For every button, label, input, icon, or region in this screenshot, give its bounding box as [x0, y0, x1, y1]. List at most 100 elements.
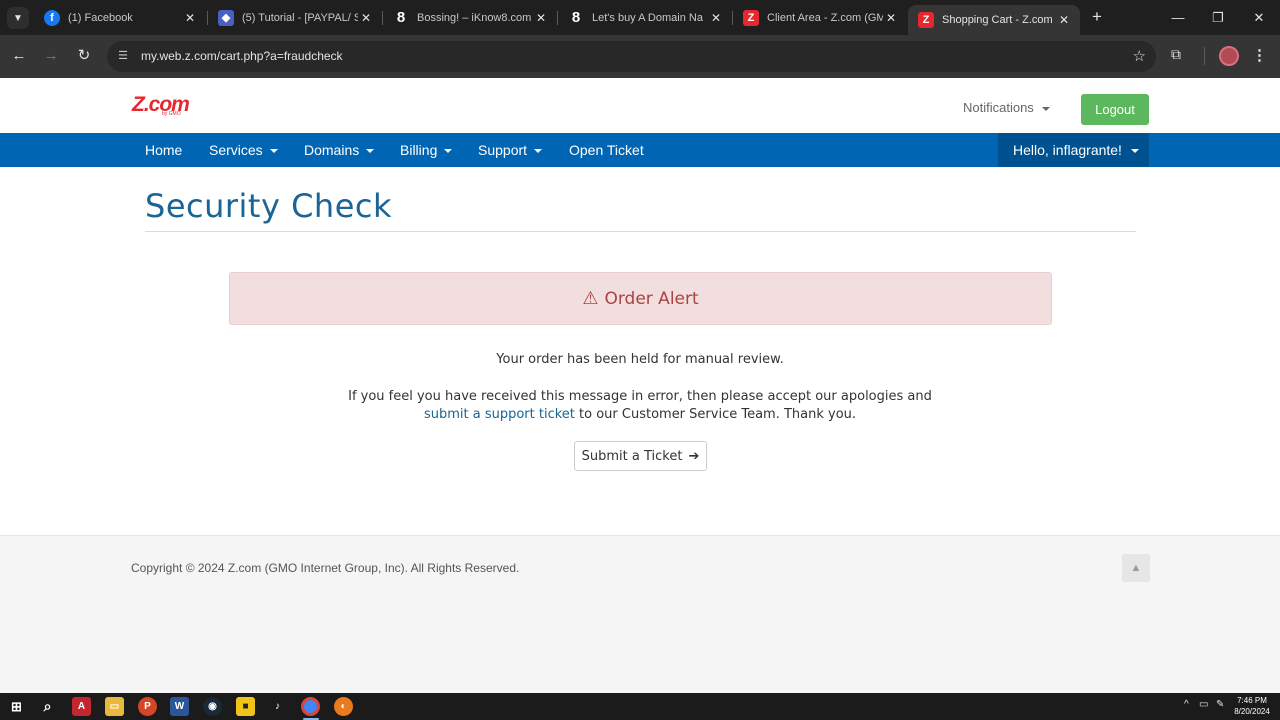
- nav-label: Support: [478, 142, 528, 158]
- browser-toolbar: ← → ↻ ☰ my.web.z.com/cart.php?a=fraudche…: [0, 35, 1280, 78]
- nav-label: Open Ticket: [569, 142, 644, 158]
- chevron-down-icon: [1042, 106, 1051, 111]
- close-icon[interactable]: ✕: [708, 11, 724, 25]
- site-footer: Copyright © 2024 Z.com (GMO Internet Gro…: [0, 535, 1280, 693]
- nav-domains[interactable]: Domains: [304, 133, 375, 167]
- user-menu[interactable]: Hello, inflagrante!: [998, 133, 1149, 167]
- tab-title: (1) Facebook: [68, 11, 133, 24]
- logout-button[interactable]: Logout: [1081, 94, 1149, 125]
- chevron-down-icon: [269, 149, 278, 154]
- button-label: Submit a Ticket: [581, 448, 683, 464]
- powerpoint-icon[interactable]: P: [138, 697, 157, 716]
- eight-icon: 8: [571, 9, 581, 26]
- nav-home[interactable]: Home: [145, 133, 182, 167]
- notifications-label: Notifications: [963, 100, 1034, 115]
- apology-message: If you feel you have received this messa…: [0, 388, 1280, 424]
- shield-icon: ◆: [218, 9, 234, 26]
- nav-label: Domains: [304, 142, 360, 158]
- nav-services[interactable]: Services: [209, 133, 278, 167]
- chrome-icon[interactable]: [301, 697, 320, 716]
- zcom-icon: Z: [918, 12, 934, 28]
- close-icon[interactable]: ✕: [182, 11, 198, 25]
- apology-text: If you feel you have received this messa…: [348, 389, 932, 404]
- order-alert: ⚠ Order Alert: [229, 272, 1052, 325]
- page-title: Security Check: [145, 187, 393, 225]
- tab-title: Let's buy A Domain Na: [592, 11, 703, 24]
- restore-icon[interactable]: ❐: [1198, 0, 1238, 35]
- user-greeting: Hello, inflagrante!: [1013, 142, 1122, 158]
- browser-tab[interactable]: 8 Bossing! – iKnow8.com ✕: [383, 0, 557, 35]
- reload-icon[interactable]: ↻: [73, 45, 95, 67]
- browser-tab[interactable]: 8 Let's buy A Domain Na ✕: [558, 0, 732, 35]
- windows-start-icon[interactable]: ⊞: [7, 697, 26, 716]
- close-icon[interactable]: ✕: [358, 11, 374, 25]
- app-icon[interactable]: ■: [236, 697, 255, 716]
- profile-avatar[interactable]: [1219, 46, 1239, 66]
- tab-search-icon[interactable]: ▼: [7, 7, 29, 29]
- tab-title: Client Area - Z.com (GM: [767, 11, 883, 24]
- windows-taskbar: ⊞ ⌕ A ▭ P W ◉ ■ ♪ ◐ ^ ▭ ✎ 7:46 PM 8/20/2…: [0, 693, 1280, 720]
- browser-tab[interactable]: ◆ (5) Tutorial - [PAYPAL/ S ✕: [208, 0, 382, 35]
- close-icon[interactable]: ✕: [883, 11, 899, 25]
- minimize-icon[interactable]: —: [1158, 0, 1198, 35]
- notifications-dropdown[interactable]: Notifications: [963, 100, 1051, 115]
- nav-label: Home: [145, 142, 183, 158]
- file-explorer-icon[interactable]: ▭: [105, 697, 124, 716]
- alert-title: Order Alert: [604, 288, 699, 309]
- address-bar[interactable]: ☰ my.web.z.com/cart.php?a=fraudcheck ☆: [107, 41, 1156, 72]
- system-clock[interactable]: 7:46 PM 8/20/2024: [1230, 695, 1274, 717]
- extensions-icon[interactable]: ⧉: [1171, 46, 1181, 63]
- clock-time: 7:46 PM: [1237, 696, 1267, 705]
- submit-ticket-button[interactable]: Submit a Ticket ➔: [574, 441, 707, 471]
- toolbar-divider: [1204, 47, 1205, 65]
- nav-label: Billing: [400, 142, 438, 158]
- nav-open-ticket[interactable]: Open Ticket: [569, 133, 644, 167]
- chevron-down-icon: [366, 149, 375, 154]
- back-to-top-button[interactable]: ▲: [1122, 554, 1150, 582]
- zcom-logo[interactable]: Z.com by GMO: [132, 94, 190, 117]
- browser-tab[interactable]: Z Client Area - Z.com (GM ✕: [733, 0, 907, 35]
- pen-icon[interactable]: ✎: [1216, 699, 1224, 710]
- nav-billing[interactable]: Billing: [400, 133, 453, 167]
- zcom-icon: Z: [743, 9, 759, 26]
- close-icon[interactable]: ✕: [533, 11, 549, 25]
- word-icon[interactable]: W: [170, 697, 189, 716]
- arrow-right-icon: ➔: [688, 448, 700, 464]
- window-close-icon[interactable]: ✕: [1239, 0, 1279, 35]
- acrobat-icon[interactable]: A: [72, 697, 91, 716]
- browser-tab[interactable]: f (1) Facebook ✕: [34, 0, 206, 35]
- site-info-icon[interactable]: ☰: [116, 49, 130, 63]
- search-icon[interactable]: ⌕: [38, 697, 57, 716]
- steam-icon[interactable]: ◉: [203, 697, 222, 716]
- browser-tab-strip: ▼ f (1) Facebook ✕ ◆ (5) Tutorial - [PAY…: [0, 0, 1280, 35]
- browser-menu-icon[interactable]: ⋮: [1252, 46, 1267, 64]
- network-icon[interactable]: ▭: [1199, 699, 1208, 710]
- new-tab-icon[interactable]: +: [1088, 8, 1106, 26]
- title-divider: [145, 231, 1136, 232]
- chevron-down-icon: [534, 149, 543, 154]
- tab-title: (5) Tutorial - [PAYPAL/ S: [242, 11, 358, 24]
- copyright-text: Copyright © 2024 Z.com (GMO Internet Gro…: [131, 561, 520, 575]
- main-navigation: Home Services Domains Billing Support Op…: [0, 133, 1280, 167]
- tiktok-icon[interactable]: ♪: [268, 697, 287, 716]
- support-ticket-link[interactable]: submit a support ticket: [424, 407, 575, 422]
- chevron-down-icon: [1130, 149, 1139, 154]
- eight-icon: 8: [396, 9, 406, 26]
- app-icon[interactable]: ◐: [334, 697, 353, 716]
- forward-icon[interactable]: →: [40, 45, 62, 67]
- nav-label: Services: [209, 142, 263, 158]
- review-message: Your order has been held for manual revi…: [496, 352, 784, 367]
- chevron-down-icon: [444, 149, 453, 154]
- facebook-icon: f: [44, 9, 60, 26]
- back-icon[interactable]: ←: [8, 45, 30, 67]
- close-icon[interactable]: ✕: [1056, 13, 1072, 27]
- bookmark-star-icon[interactable]: ☆: [1133, 47, 1146, 65]
- site-header: Z.com by GMO Notifications Logout: [0, 78, 1280, 133]
- apology-text-end: to our Customer Service Team. Thank you.: [579, 407, 857, 422]
- nav-support[interactable]: Support: [478, 133, 543, 167]
- url-text[interactable]: my.web.z.com/cart.php?a=fraudcheck: [141, 49, 343, 63]
- chevron-up-icon[interactable]: ^: [1184, 699, 1189, 710]
- browser-tab-active[interactable]: Z Shopping Cart - Z.com ✕: [908, 5, 1080, 35]
- warning-icon: ⚠: [582, 288, 599, 309]
- logo-subtext: by GMO: [162, 111, 181, 117]
